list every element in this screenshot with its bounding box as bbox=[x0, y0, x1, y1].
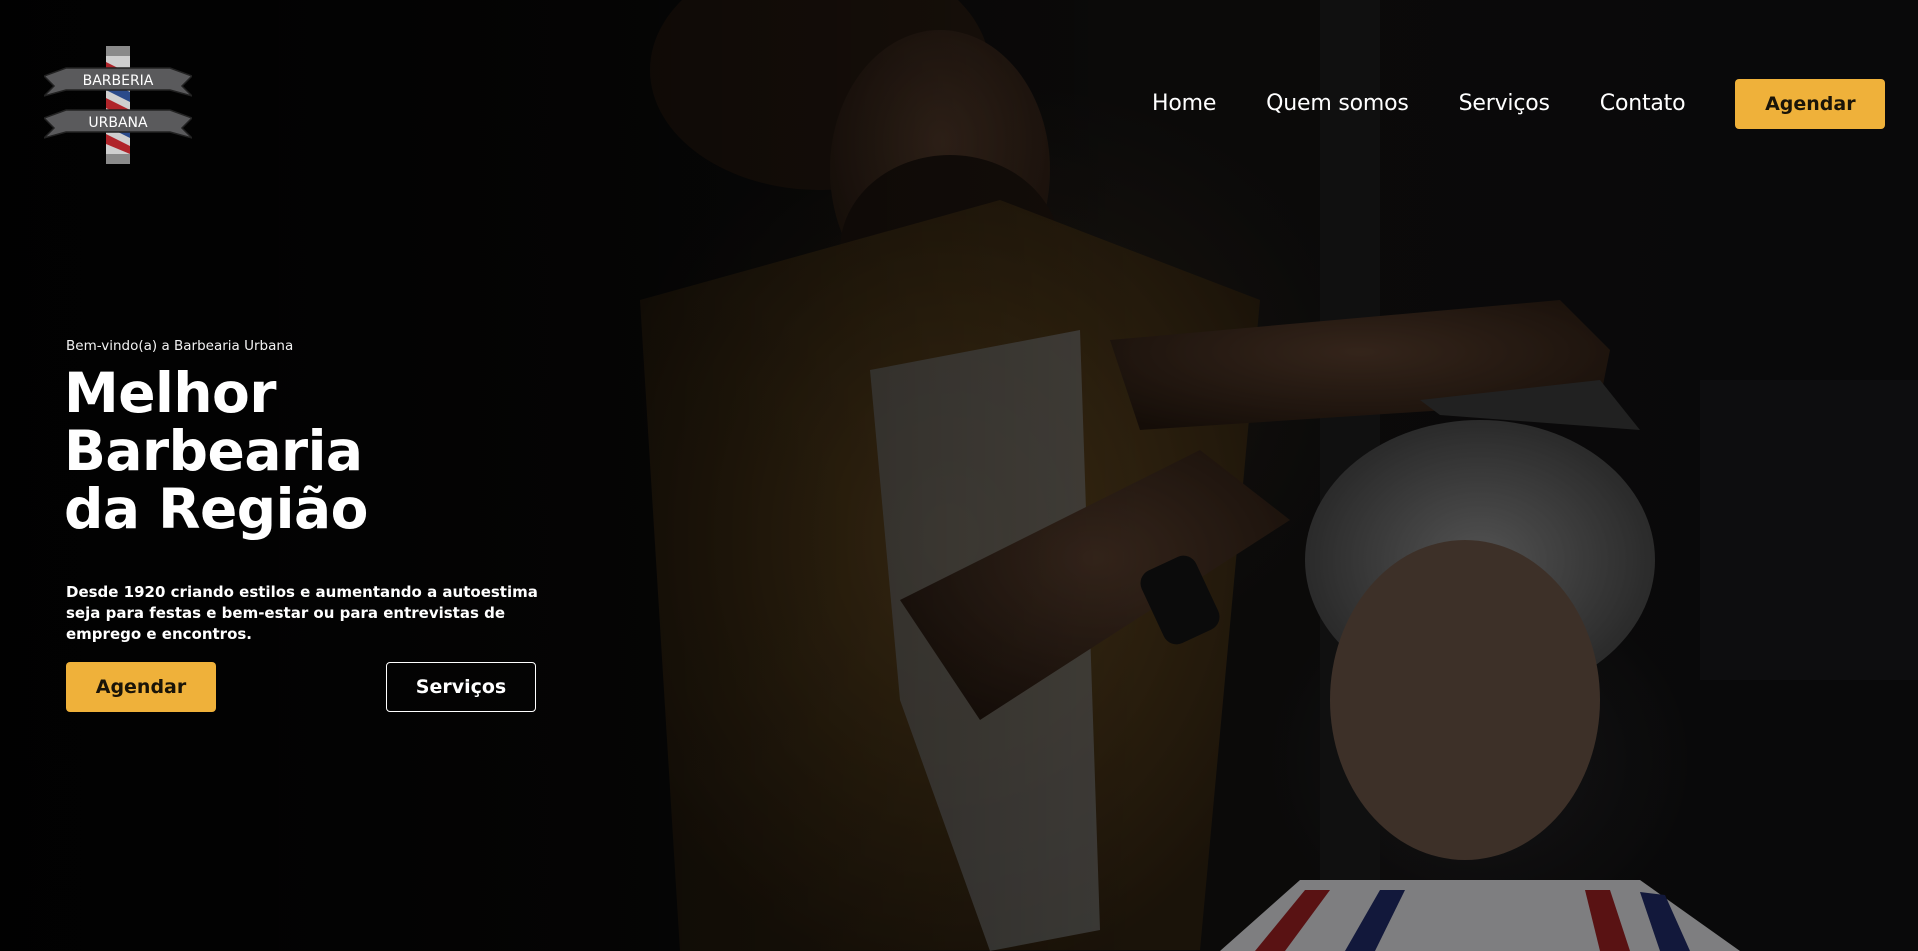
nav-link-contato[interactable]: Contato bbox=[1600, 78, 1686, 130]
welcome-text: Bem-vindo(a) a Barbearia Urbana bbox=[66, 338, 294, 354]
hero-servicos-button[interactable]: Serviços bbox=[386, 662, 536, 712]
headline-line-2: Barbearia bbox=[64, 419, 363, 483]
hero-description: Desde 1920 criando estilos e aumentando … bbox=[66, 583, 538, 643]
hero-headline: Melhor Barbearia da Região bbox=[64, 364, 484, 538]
hero-agendar-button[interactable]: Agendar bbox=[66, 662, 216, 712]
main-nav: Home Quem somos Serviços Contato Agendar bbox=[1152, 78, 1886, 130]
logo-text-bottom: URBANA bbox=[88, 115, 148, 131]
logo-text-top: BARBERIA bbox=[83, 73, 154, 89]
nav-agendar-button[interactable]: Agendar bbox=[1735, 79, 1886, 129]
headline-line-3: da Região bbox=[64, 477, 368, 541]
barbearia-urbana-logo[interactable]: BARBERIA URBANA bbox=[44, 40, 192, 170]
nav-link-home[interactable]: Home bbox=[1152, 78, 1216, 130]
hero-section: BARBERIA URBANA Home Quem somos Serviços… bbox=[0, 0, 1918, 951]
nav-link-quem-somos[interactable]: Quem somos bbox=[1266, 78, 1409, 130]
nav-link-servicos[interactable]: Serviços bbox=[1459, 78, 1550, 130]
headline-line-1: Melhor bbox=[64, 361, 276, 425]
